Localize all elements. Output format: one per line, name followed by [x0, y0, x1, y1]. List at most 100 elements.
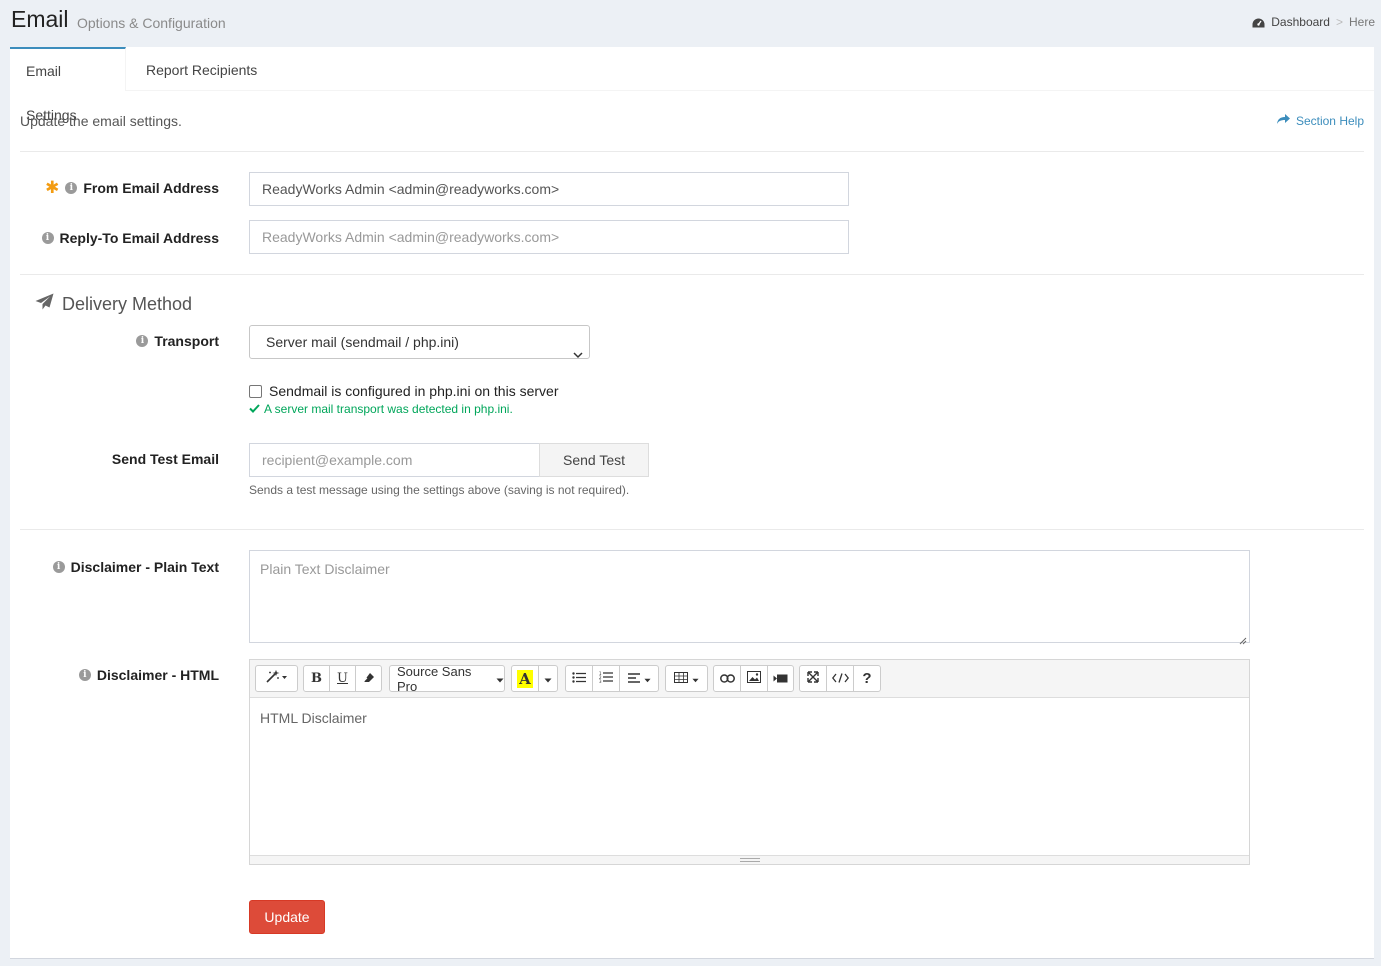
sendmail-checkbox-label[interactable]: Sendmail is configured in php.ini on thi…: [269, 383, 559, 399]
insert-video-button[interactable]: [767, 665, 794, 692]
resize-handle-icon[interactable]: [1239, 632, 1247, 645]
test-recipient-input[interactable]: recipient@example.com: [249, 443, 540, 477]
section-help-link[interactable]: Section Help: [1276, 114, 1364, 128]
list-ul-icon: [572, 671, 586, 686]
info-icon[interactable]: i: [52, 561, 65, 573]
disclaimer-plain-textarea[interactable]: Plain Text Disclaimer: [249, 550, 1250, 645]
disclaimer-html-label: i Disclaimer - HTML: [78, 667, 219, 683]
picture-icon: [747, 671, 761, 686]
html-editor-content[interactable]: HTML Disclaimer: [260, 710, 367, 726]
breadcrumb-current: Here: [1348, 15, 1375, 29]
chevron-down-icon: [573, 338, 583, 359]
disclaimer-plain-label: i Disclaimer - Plain Text: [52, 559, 219, 575]
from-email-input[interactable]: ReadyWorks Admin <admin@readyworks.com>: [249, 172, 849, 206]
bold-button[interactable]: B: [303, 665, 330, 692]
color-dropdown-button[interactable]: [538, 665, 558, 692]
question-icon: ?: [862, 670, 872, 687]
detected-note: A server mail transport was detected in …: [249, 402, 513, 416]
tab-bar: Email Settings Report Recipients: [10, 47, 1374, 123]
html-editor: B U Source Sans Pro A 1 2 3 ? HTML Discl…: [249, 659, 1250, 865]
send-test-hint: Sends a test message using the settings …: [249, 483, 630, 497]
underline-button[interactable]: U: [329, 665, 356, 692]
table-icon: [674, 671, 688, 686]
share-icon: [1276, 114, 1290, 128]
info-icon[interactable]: i: [78, 669, 91, 681]
info-icon[interactable]: i: [136, 335, 149, 347]
tab-email-settings[interactable]: Email Settings: [10, 47, 126, 123]
underline-icon: U: [337, 671, 348, 686]
disclaimer-plain-label-text: Disclaimer - Plain Text: [70, 559, 219, 575]
code-icon: [831, 671, 849, 686]
transport-label: i Transport: [136, 333, 219, 349]
delivery-method-heading: Delivery Method: [35, 293, 192, 315]
insert-picture-button[interactable]: [740, 665, 768, 692]
align-left-icon: [627, 671, 640, 686]
dashboard-icon: [1252, 17, 1265, 28]
caret-down-icon: [692, 671, 699, 686]
link-icon: [719, 671, 735, 686]
reply-to-input[interactable]: ReadyWorks Admin <admin@readyworks.com>: [249, 220, 849, 254]
caret-down-icon: [544, 671, 552, 686]
detected-note-text: A server mail transport was detected in …: [264, 402, 513, 416]
list-ol-icon: 123: [599, 671, 613, 686]
required-asterisk-icon: ✱: [45, 178, 60, 197]
unordered-list-button[interactable]: [565, 665, 593, 692]
help-button[interactable]: ?: [853, 665, 881, 692]
ordered-list-button[interactable]: 123: [592, 665, 620, 692]
reply-to-label: i Reply-To Email Address: [41, 230, 219, 246]
send-test-label: Send Test Email: [112, 451, 219, 467]
check-icon: [249, 402, 260, 416]
divider: [20, 151, 1364, 152]
transport-selected-value: Server mail (sendmail / php.ini): [266, 334, 459, 350]
sendmail-checkbox-row: Sendmail is configured in php.ini on thi…: [249, 383, 559, 399]
font-family-dropdown[interactable]: Source Sans Pro: [389, 663, 505, 694]
disclaimer-html-label-text: Disclaimer - HTML: [96, 667, 219, 683]
breadcrumb: Dashboard > Here: [1252, 15, 1375, 29]
disclaimer-plain-placeholder: Plain Text Disclaimer: [260, 561, 390, 577]
table-dropdown-button[interactable]: [665, 665, 708, 692]
page-title: Email: [11, 6, 69, 32]
caret-down-icon: [496, 671, 504, 686]
paragraph-align-dropdown[interactable]: [619, 665, 659, 692]
from-email-label-text: From Email Address: [83, 180, 219, 196]
from-email-label: ✱ i From Email Address: [45, 178, 219, 197]
transport-label-text: Transport: [154, 333, 219, 349]
sendmail-checkbox[interactable]: [249, 384, 262, 398]
grip-icon: [740, 858, 760, 862]
font-family-value: Source Sans Pro: [397, 663, 472, 694]
divider: [20, 274, 1364, 275]
editor-toolbar: B U Source Sans Pro A 1 2 3 ?: [250, 660, 1249, 698]
delivery-method-title: Delivery Method: [62, 293, 193, 314]
section-help-label: Section Help: [1295, 114, 1364, 128]
tab-report-recipients[interactable]: Report Recipients: [130, 47, 273, 91]
send-test-button[interactable]: Send Test: [539, 443, 649, 477]
content-header: Email Options & Configuration Dashboard …: [11, 4, 1375, 44]
paper-plane-icon: [35, 293, 54, 315]
text-color-button[interactable]: A: [511, 665, 539, 692]
highlight-a-icon: A: [517, 669, 533, 688]
code-view-button[interactable]: [826, 665, 854, 692]
send-test-label-text: Send Test Email: [111, 451, 219, 467]
page-subtitle: Options & Configuration: [77, 15, 226, 31]
bold-icon: B: [311, 671, 322, 686]
video-icon: [773, 671, 788, 686]
info-icon[interactable]: i: [41, 232, 54, 244]
eraser-icon: [363, 671, 375, 686]
caret-down-icon: [643, 671, 651, 686]
fullscreen-button[interactable]: [799, 665, 827, 692]
style-magic-button[interactable]: [255, 665, 298, 692]
breadcrumb-separator: >: [1335, 15, 1343, 29]
update-button[interactable]: Update: [249, 900, 325, 934]
breadcrumb-dashboard-link[interactable]: Dashboard: [1271, 15, 1330, 29]
clear-format-button[interactable]: [355, 665, 382, 692]
reply-to-label-text: Reply-To Email Address: [59, 230, 219, 246]
intro-text: Update the email settings.: [20, 113, 182, 129]
info-icon[interactable]: i: [65, 182, 78, 194]
insert-link-button[interactable]: [713, 665, 741, 692]
transport-select[interactable]: Server mail (sendmail / php.ini): [249, 325, 590, 359]
magic-wand-icon: [265, 669, 289, 687]
svg-text:3: 3: [599, 679, 602, 683]
divider: [20, 529, 1364, 530]
editor-resize-bar[interactable]: [250, 855, 1249, 864]
settings-box: Email Settings Report Recipients Update …: [10, 47, 1374, 959]
